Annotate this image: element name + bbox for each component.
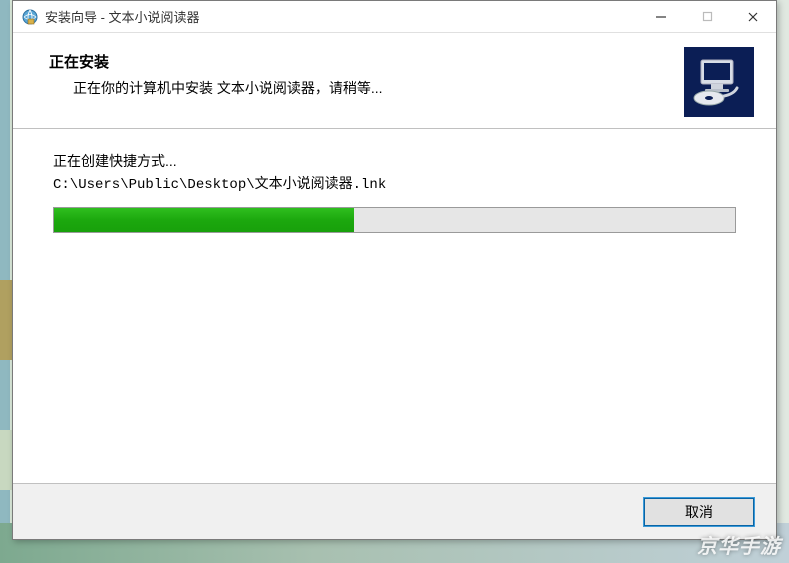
page-subtitle: 正在你的计算机中安装 文本小说阅读器，请稍等...: [73, 78, 750, 98]
maximize-button: [684, 1, 730, 32]
titlebar[interactable]: 安装向导 - 文本小说阅读器: [13, 1, 776, 33]
progress-bar: [53, 207, 736, 233]
window-controls: [638, 1, 776, 32]
wizard-header: 正在安装 正在你的计算机中安装 文本小说阅读器，请稍等...: [13, 33, 776, 129]
install-path: C:\Users\Public\Desktop\文本小说阅读器.lnk: [53, 173, 736, 193]
computer-disc-icon: [684, 47, 754, 117]
installer-globe-icon: [21, 8, 39, 26]
wizard-body: 正在创建快捷方式... C:\Users\Public\Desktop\文本小说…: [13, 129, 776, 483]
minimize-button[interactable]: [638, 1, 684, 32]
progress-fill: [54, 208, 354, 232]
window-title: 安装向导 - 文本小说阅读器: [45, 7, 638, 26]
wizard-footer: 取消: [13, 483, 776, 539]
cancel-button[interactable]: 取消: [644, 498, 754, 526]
cancel-button-label: 取消: [685, 502, 713, 522]
page-title: 正在安装: [49, 51, 750, 72]
installer-window: 安装向导 - 文本小说阅读器 正在安装 正在你的计算机中安装 文本小说阅读器，请…: [12, 0, 777, 540]
close-button[interactable]: [730, 1, 776, 32]
watermark-text: 京华手游: [697, 530, 781, 559]
status-text: 正在创建快捷方式...: [53, 151, 736, 171]
